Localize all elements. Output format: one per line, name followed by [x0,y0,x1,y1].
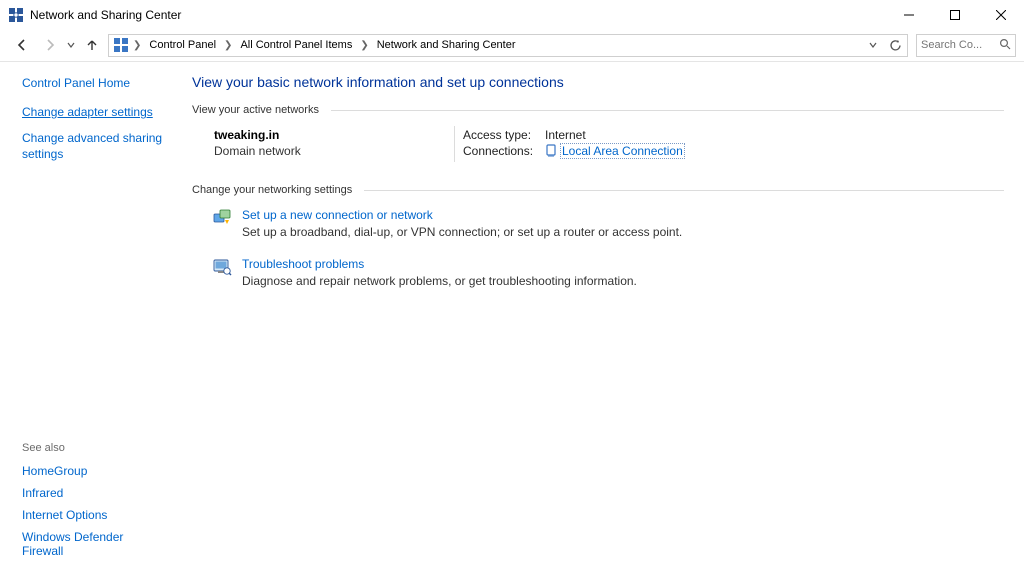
setup-connection-link[interactable]: Set up a new connection or network [242,208,682,222]
divider [331,110,1004,111]
task-troubleshoot: Troubleshoot problems Diagnose and repai… [212,257,1004,288]
section-active-networks: View your active networks [192,104,1004,116]
connection-link[interactable]: Local Area Connection [561,144,684,158]
task-setup-connection: Set up a new connection or network Set u… [212,208,1004,239]
sidebar: Control Panel Home Change adapter settin… [0,62,178,576]
access-type-value: Internet [545,128,586,142]
minimize-button[interactable] [886,0,932,30]
address-bar[interactable]: ❯ Control Panel ❯ All Control Panel Item… [108,34,908,57]
page-heading: View your basic network information and … [192,74,1004,90]
connections-label: Connections: [463,144,541,158]
up-button[interactable] [80,33,104,57]
section-title-active: View your active networks [192,104,319,116]
section-title-change: Change your networking settings [192,184,352,196]
ethernet-icon [545,144,557,158]
titlebar: Network and Sharing Center [0,0,1024,30]
recent-locations-dropdown[interactable] [66,33,76,57]
seealso-internet-options[interactable]: Internet Options [22,508,167,522]
app-icon [8,7,24,23]
chevron-right-icon[interactable]: ❯ [222,40,234,51]
control-panel-home-link[interactable]: Control Panel Home [22,76,167,90]
forward-button[interactable] [38,33,62,57]
toolbar-row: ❯ Control Panel ❯ All Control Panel Item… [0,30,1024,60]
search-icon [999,38,1011,53]
divider [364,190,1004,191]
troubleshoot-icon [212,257,232,277]
vertical-divider [454,126,455,162]
setup-connection-desc: Set up a broadband, dial-up, or VPN conn… [242,225,682,239]
breadcrumb-all-items[interactable]: All Control Panel Items [236,37,356,53]
maximize-button[interactable] [932,0,978,30]
refresh-button[interactable] [885,35,905,55]
breadcrumb-network-sharing[interactable]: Network and Sharing Center [373,37,520,53]
active-network-block: tweaking.in Domain network Access type: … [214,128,1004,162]
address-dropdown-button[interactable] [863,35,883,55]
seealso-firewall[interactable]: Windows Defender Firewall [22,530,167,558]
back-button[interactable] [10,33,34,57]
see-also-heading: See also [22,442,167,454]
access-type-label: Access type: [463,128,541,142]
window-title: Network and Sharing Center [30,8,181,22]
section-change-settings: Change your networking settings [192,184,1004,196]
close-button[interactable] [978,0,1024,30]
chevron-right-icon[interactable]: ❯ [358,40,370,51]
troubleshoot-link[interactable]: Troubleshoot problems [242,257,637,271]
troubleshoot-desc: Diagnose and repair network problems, or… [242,274,637,288]
sidebar-link-adapter-settings[interactable]: Change adapter settings [22,104,167,120]
chevron-right-icon[interactable]: ❯ [131,40,143,51]
main-content: View your basic network information and … [178,62,1024,576]
setup-connection-icon [212,208,232,228]
network-name: tweaking.in [214,128,454,142]
network-type: Domain network [214,144,454,158]
breadcrumb-control-panel[interactable]: Control Panel [145,37,220,53]
seealso-infrared[interactable]: Infrared [22,486,167,500]
seealso-homegroup[interactable]: HomeGroup [22,464,167,478]
sidebar-link-advanced-sharing[interactable]: Change advanced sharing settings [22,130,167,162]
control-panel-icon [113,37,129,53]
search-input[interactable] [921,39,991,51]
search-box[interactable] [916,34,1016,57]
